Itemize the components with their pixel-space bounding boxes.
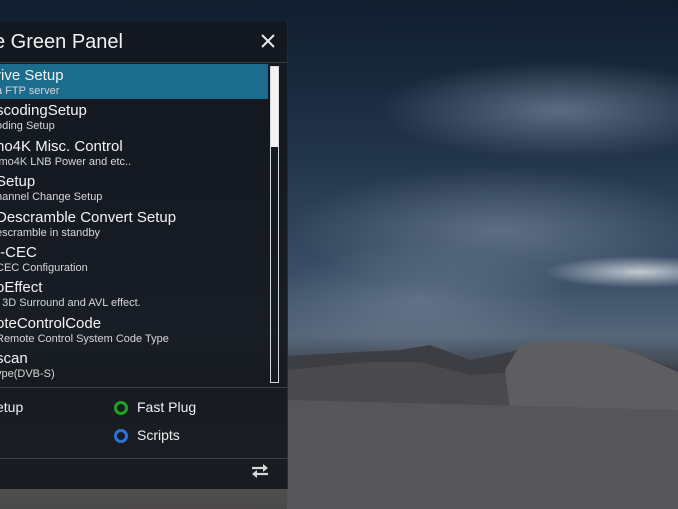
- setup-button[interactable]: etup: [0, 399, 23, 415]
- green-panel: e Green Panel rive Setup a FTP server sc…: [0, 22, 288, 489]
- list-item[interactable]: I-CEC CEC Configuration: [0, 241, 268, 276]
- green-circle-icon: [114, 401, 128, 415]
- close-icon[interactable]: [259, 32, 277, 50]
- scrollbar-thumb[interactable]: [271, 67, 278, 147]
- list-item[interactable]: oteControlCode Remote Control System Cod…: [0, 312, 268, 347]
- divider: [0, 387, 287, 388]
- list-item[interactable]: oEffect t 3D Surround and AVL effect.: [0, 276, 268, 311]
- scripts-button[interactable]: Scripts: [137, 427, 180, 443]
- item-subtitle: a FTP server: [0, 85, 60, 97]
- item-title: scodingSetup: [0, 102, 87, 120]
- item-subtitle: imo4K LNB Power and etc..: [0, 155, 132, 168]
- plugin-list: rive Setup a FTP server scodingSetup odi…: [0, 64, 270, 384]
- switch-arrows-icon[interactable]: [248, 462, 272, 480]
- panel-title: e Green Panel: [0, 31, 123, 53]
- item-title: rive Setup: [0, 67, 64, 84]
- list-item[interactable]: rive Setup a FTP server: [0, 64, 268, 100]
- panel-header: e Green Panel: [0, 22, 287, 63]
- list-item[interactable]: Setup hannel Change Setup: [0, 170, 268, 205]
- item-subtitle: Remote Control System Code Type: [0, 332, 169, 345]
- fast-plug-button[interactable]: Fast Plug: [137, 399, 196, 415]
- item-subtitle: CEC Configuration: [0, 261, 88, 274]
- item-subtitle: escramble in standby: [0, 226, 100, 239]
- list-item[interactable]: scan ype(DVB-S): [0, 347, 268, 382]
- item-title: I-CEC: [0, 243, 37, 261]
- item-title: Descramble Convert Setup: [0, 208, 177, 226]
- list-item[interactable]: Descramble Convert Setup escramble in st…: [0, 206, 268, 241]
- item-subtitle: oding Setup: [0, 120, 55, 133]
- list-item[interactable]: scodingSetup oding Setup: [0, 99, 268, 134]
- list-scrollbar[interactable]: [270, 66, 279, 383]
- item-title: Setup: [0, 173, 36, 191]
- bottom-divider: [0, 458, 287, 459]
- item-title: no4K Misc. Control: [0, 137, 123, 155]
- blue-circle-icon: [114, 429, 128, 443]
- item-subtitle: hannel Change Setup: [0, 191, 103, 204]
- item-title: oteControlCode: [0, 314, 102, 332]
- item-subtitle: ype(DVB-S): [0, 368, 55, 381]
- item-subtitle: t 3D Surround and AVL effect.: [0, 297, 141, 310]
- item-title: oEffect: [0, 279, 43, 297]
- list-item[interactable]: no4K Misc. Control imo4K LNB Power and e…: [0, 135, 268, 170]
- item-title: scan: [0, 350, 28, 368]
